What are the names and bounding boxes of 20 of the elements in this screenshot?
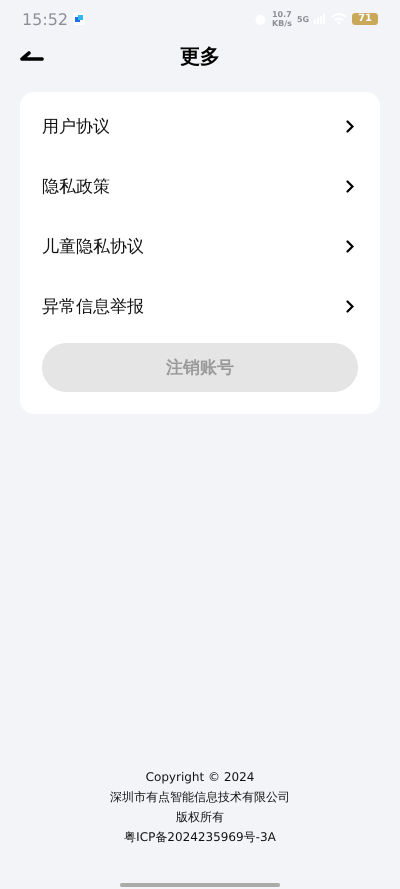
menu-item[interactable]: 用户协议 (42, 96, 358, 156)
battery-indicator: 71 (352, 13, 378, 25)
status-time: 15:52 (22, 10, 68, 28)
page-title: 更多 (180, 42, 220, 70)
chevron-right-icon (346, 120, 354, 132)
footer-text: 粤ICP备2024235969号-3A (124, 829, 276, 846)
chevron-right-icon (346, 240, 354, 252)
menu-item[interactable]: 儿童隐私协议 (42, 216, 358, 276)
app-notification-icon (73, 13, 86, 25)
chevron-right-icon (346, 180, 354, 192)
network-speed: 10.7 (272, 10, 292, 19)
menu-item[interactable]: 隐私政策 (42, 156, 358, 216)
back-arrow-icon[interactable] (20, 50, 44, 62)
network-speed-unit: KB/s (272, 19, 292, 28)
menu-item[interactable]: 异常信息举报 (42, 276, 358, 336)
chevron-right-icon (346, 300, 354, 312)
footer-text: Copyright © 2024 (146, 769, 254, 786)
footer-text: 版权所有 (176, 809, 224, 826)
footer-text: 深圳市有点智能信息技术有限公司 (110, 789, 290, 806)
network-type: 5G (296, 14, 310, 24)
